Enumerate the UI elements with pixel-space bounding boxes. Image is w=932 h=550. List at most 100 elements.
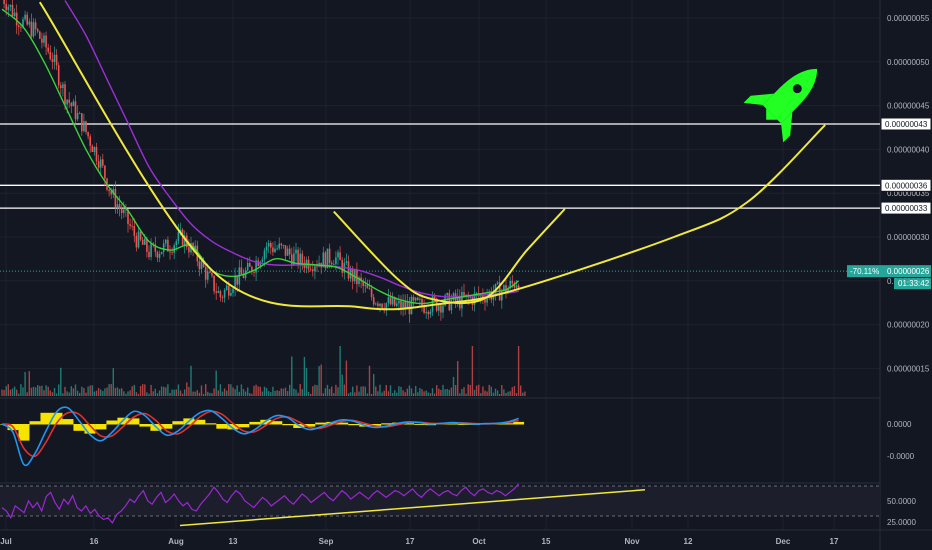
candle-body: [211, 272, 213, 276]
candle-body: [232, 288, 234, 293]
candle-body: [335, 257, 337, 265]
volume-bar: [3, 389, 5, 396]
volume-bar: [362, 386, 364, 396]
candle-body: [278, 243, 280, 249]
volume-bar: [480, 393, 482, 396]
candle-body: [97, 161, 100, 168]
volume-bar: [87, 386, 89, 396]
time-tick-label: Dec: [776, 537, 791, 546]
volume-bar: [251, 393, 253, 396]
volume-bar: [112, 368, 114, 396]
volume-bar: [305, 367, 308, 396]
candle-body: [7, 6, 10, 11]
candle-body: [309, 269, 312, 271]
volume-bar: [280, 388, 282, 396]
volume-bar: [85, 392, 87, 396]
candle-body: [114, 189, 117, 208]
macd-hist-bar: [271, 421, 283, 425]
candle-body: [76, 113, 79, 120]
volume-bar: [79, 392, 81, 396]
candle-body: [158, 253, 161, 258]
candle-body: [419, 298, 421, 300]
volume-bar: [39, 385, 41, 396]
candle-body: [228, 285, 230, 296]
volume-bar: [471, 346, 474, 396]
candle-body: [39, 31, 41, 39]
candle-body: [64, 84, 66, 105]
volume-bar: [282, 388, 285, 396]
volume-bar: [207, 391, 209, 396]
volume-bar: [461, 389, 463, 396]
candle-body: [5, 3, 7, 11]
volume-bar: [360, 386, 362, 396]
volume-bar: [41, 385, 43, 396]
volume-bar: [446, 388, 448, 396]
candle-body: [511, 280, 514, 284]
volume-bar: [349, 392, 352, 396]
candle-body: [421, 298, 423, 306]
volume-bar: [297, 392, 299, 396]
candle-body: [440, 305, 442, 313]
volume-bar: [381, 392, 383, 396]
candle-body: [270, 242, 272, 248]
candle-body: [87, 131, 89, 137]
candle-body: [49, 51, 52, 60]
volume-bar: [345, 360, 348, 396]
volume-bar: [152, 391, 154, 396]
volume-bar: [375, 386, 377, 396]
macd-hist-bar: [238, 424, 250, 428]
volume-bar: [53, 387, 56, 396]
candle-body: [249, 262, 251, 267]
volume-bar: [475, 385, 478, 396]
volume-bar: [26, 392, 28, 396]
volume-bar: [160, 386, 163, 396]
candle-body: [72, 101, 75, 107]
candle-body: [410, 296, 413, 315]
candle-body: [47, 47, 49, 52]
volume-bar: [184, 389, 186, 396]
volume-bar: [142, 384, 144, 396]
volume-bar: [72, 388, 75, 396]
volume-bar: [431, 388, 434, 396]
volume-bar: [198, 392, 201, 396]
volume-bar: [499, 393, 501, 396]
volume-bar: [389, 385, 392, 396]
candle-body: [364, 284, 367, 287]
candle-body: [36, 29, 39, 32]
candle-body: [137, 231, 140, 248]
candle-body: [282, 245, 285, 246]
volume-bar: [135, 392, 138, 396]
candle-body: [41, 38, 43, 43]
volume-bar: [278, 390, 280, 396]
volume-bar: [215, 370, 217, 396]
volume-bar: [339, 346, 341, 396]
volume-bar: [255, 384, 257, 396]
volume-bar: [223, 388, 226, 396]
volume-bar: [30, 387, 33, 396]
volume-bar: [423, 391, 425, 396]
volume-bar: [190, 365, 192, 396]
volume-bar: [177, 384, 180, 396]
volume-bar: [261, 391, 264, 396]
chart-canvas: 0.00000055 0.00000050 0.00000045 0.00000040…: [0, 0, 932, 550]
candle-body: [188, 247, 190, 253]
candle-body: [375, 303, 377, 305]
volume-bar: [108, 384, 110, 396]
volume-bar: [259, 386, 261, 396]
volume-bar: [507, 391, 509, 396]
volume-bar: [289, 384, 291, 396]
volume-bar: [505, 393, 507, 396]
candle-body: [156, 251, 159, 258]
volume-bar: [511, 387, 513, 396]
candle-body: [62, 84, 64, 89]
volume-bar: [343, 384, 345, 396]
macd-hist-bar: [18, 424, 30, 441]
rsi-tick-label: 25.0000: [887, 518, 916, 527]
volume-bar: [133, 384, 135, 396]
volume-bar: [354, 392, 356, 396]
candle-body: [60, 85, 62, 89]
candle-body: [291, 254, 293, 266]
volume-bar: [211, 393, 213, 396]
candle-body: [442, 305, 444, 313]
macd-hist-bar: [95, 424, 107, 430]
